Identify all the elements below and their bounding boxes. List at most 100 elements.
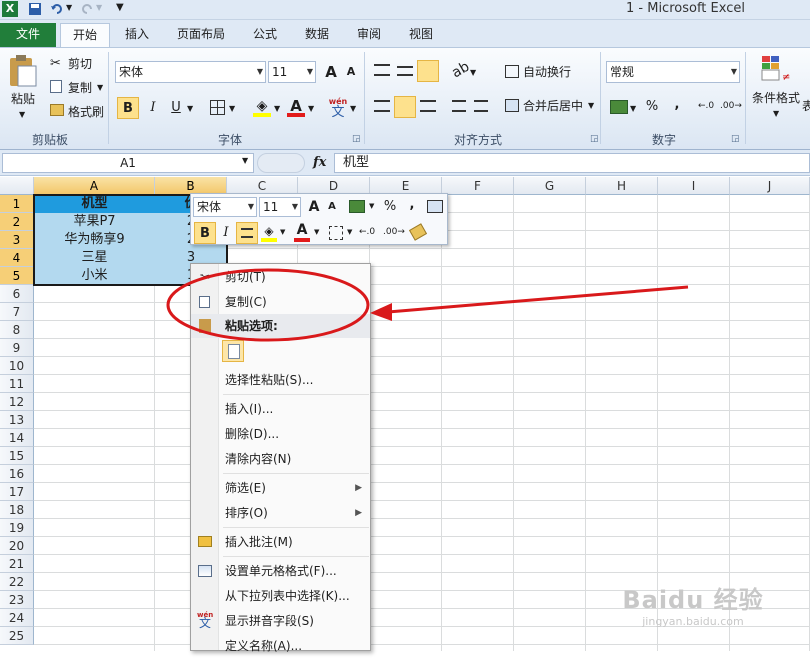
phonetic-dropdown-icon[interactable]: ▼ <box>350 104 356 113</box>
menu-item-sort[interactable]: 排序(O) ▶ <box>191 501 370 525</box>
row-header-2[interactable]: 2 <box>0 213 34 231</box>
row-header-23[interactable]: 23 <box>0 591 34 609</box>
copy-icon[interactable] <box>50 80 62 93</box>
border-icon[interactable] <box>210 100 225 115</box>
row-header-18[interactable]: 18 <box>0 501 34 519</box>
menu-item-pick-from-list[interactable]: 从下拉列表中选择(K)... <box>191 584 370 608</box>
row-header-21[interactable]: 21 <box>0 555 34 573</box>
mini-decrease-decimal-icon[interactable]: .00→ <box>383 227 405 237</box>
row-header-11[interactable]: 11 <box>0 375 34 393</box>
row-header-8[interactable]: 8 <box>0 321 34 339</box>
row-header-12[interactable]: 12 <box>0 393 34 411</box>
menu-item-insert-comment[interactable]: 插入批注(M) <box>191 530 370 554</box>
tab-home[interactable]: 开始 <box>60 23 110 48</box>
save-icon[interactable] <box>28 2 42 16</box>
row-header-5[interactable]: 5 <box>0 267 34 285</box>
mini-italic-button[interactable]: I <box>215 222 237 244</box>
excel-logo-icon[interactable]: X <box>2 1 18 17</box>
wrap-text-button[interactable]: 自动换行 <box>523 64 571 80</box>
orientation-dropdown-icon[interactable]: ▼ <box>470 68 476 77</box>
font-color-icon[interactable]: A <box>287 97 305 117</box>
cell-a1[interactable]: 机型 <box>34 195 155 213</box>
column-header-h[interactable]: H <box>586 177 658 195</box>
redo-icon[interactable] <box>80 2 94 16</box>
increase-decimal-icon[interactable]: ←.0 <box>698 101 714 111</box>
cell-a5[interactable]: 小米 <box>34 267 155 285</box>
mini-font-name-combo[interactable]: 宋体 ▼ <box>193 197 257 217</box>
insert-function-icon[interactable]: fx <box>313 155 326 170</box>
shrink-font-button[interactable]: A <box>340 61 362 83</box>
fill-dropdown-icon[interactable]: ▼ <box>274 104 280 113</box>
dialog-launcher-icon[interactable]: ◲ <box>352 134 361 144</box>
phonetic-icon[interactable]: wén 文 <box>328 97 348 119</box>
mini-border-dropdown-icon[interactable]: ▼ <box>347 228 352 236</box>
mini-shrink-font-button[interactable]: A <box>321 196 343 218</box>
grow-font-button[interactable]: A <box>320 61 342 83</box>
tab-page-layout[interactable]: 页面布局 <box>168 23 234 47</box>
column-header-a[interactable]: A <box>34 177 155 195</box>
mini-font-color-dropdown-icon[interactable]: ▼ <box>314 228 319 236</box>
row-header-15[interactable]: 15 <box>0 447 34 465</box>
copy-dropdown-icon[interactable]: ▼ <box>97 83 103 92</box>
percent-button[interactable]: % <box>641 96 663 118</box>
tab-view[interactable]: 视图 <box>400 23 442 47</box>
wrap-text-icon[interactable] <box>505 65 519 78</box>
conditional-formatting-icon[interactable]: ≠ <box>760 54 790 82</box>
name-box-dropdown-icon[interactable]: ▼ <box>242 156 248 165</box>
bold-button[interactable]: B <box>117 97 139 119</box>
font-size-combo[interactable]: 11 ▼ <box>268 61 316 83</box>
merge-center-icon[interactable] <box>505 99 519 112</box>
tab-formulas[interactable]: 公式 <box>244 23 286 47</box>
column-header-j[interactable]: J <box>730 177 810 195</box>
row-header-10[interactable]: 10 <box>0 357 34 375</box>
menu-item-define-name[interactable]: 定义名称(A)... <box>191 634 370 658</box>
undo-icon[interactable] <box>50 2 64 16</box>
cell-a2[interactable]: 苹果P7 <box>34 213 155 231</box>
formula-bar-handle[interactable] <box>257 153 305 173</box>
column-header-g[interactable]: G <box>514 177 586 195</box>
mini-merge-icon[interactable] <box>427 200 443 213</box>
align-left-icon[interactable] <box>374 100 390 112</box>
menu-item-phonetic[interactable]: wén 文显示拼音字段(S) <box>191 609 370 633</box>
menu-item-format-cells[interactable]: 设置单元格格式(F)... <box>191 559 370 583</box>
cell-a4[interactable]: 三星 <box>34 249 155 267</box>
column-header-i[interactable]: I <box>658 177 730 195</box>
paste-dropdown-icon[interactable]: ▼ <box>19 110 25 119</box>
conditional-dropdown-icon[interactable]: ▼ <box>773 109 779 118</box>
format-painter-button[interactable]: 格式刷 <box>68 104 104 120</box>
currency-dropdown-icon[interactable]: ▼ <box>630 104 636 113</box>
row-header-1[interactable]: 1 <box>0 195 34 213</box>
menu-item-filter[interactable]: 筛选(E) ▶ <box>191 476 370 500</box>
dialog-launcher-icon[interactable]: ◲ <box>731 134 740 144</box>
cell-a3[interactable]: 华为畅享9 <box>34 231 155 249</box>
mini-currency-icon[interactable] <box>349 200 365 213</box>
underline-dropdown-icon[interactable]: ▼ <box>187 104 193 113</box>
italic-button[interactable]: I <box>142 97 164 119</box>
tab-review[interactable]: 审阅 <box>348 23 390 47</box>
mini-bold-button[interactable]: B <box>194 222 216 244</box>
paste-button[interactable]: 粘贴 <box>11 91 35 107</box>
mini-border-icon[interactable] <box>329 226 343 240</box>
row-header-24[interactable]: 24 <box>0 609 34 627</box>
decrease-decimal-icon[interactable]: .00→ <box>720 101 742 111</box>
row-header-17[interactable]: 17 <box>0 483 34 501</box>
row-header-9[interactable]: 9 <box>0 339 34 357</box>
dialog-launcher-icon[interactable]: ◲ <box>590 134 599 144</box>
row-header-13[interactable]: 13 <box>0 411 34 429</box>
format-painter-icon[interactable] <box>50 104 64 116</box>
mini-comma-button[interactable]: , <box>401 194 423 216</box>
row-header-16[interactable]: 16 <box>0 465 34 483</box>
mini-fill-dropdown-icon[interactable]: ▼ <box>280 228 285 236</box>
orientation-icon[interactable]: ab <box>449 59 472 82</box>
row-header-4[interactable]: 4 <box>0 249 34 267</box>
copy-button[interactable]: 复制 <box>68 80 92 96</box>
font-color-dropdown-icon[interactable]: ▼ <box>308 104 314 113</box>
formula-input[interactable]: 机型 <box>334 153 810 173</box>
cut-button[interactable]: 剪切 <box>68 56 92 72</box>
merge-center-button[interactable]: 合并后居中 <box>523 98 583 114</box>
conditional-formatting-button[interactable]: 条件格式 <box>752 90 800 106</box>
select-all-corner[interactable] <box>0 177 34 195</box>
mini-fill-color-icon[interactable]: ◈ <box>261 224 277 242</box>
menu-item-paste-special[interactable]: 选择性粘贴(S)... <box>191 368 370 392</box>
row-header-6[interactable]: 6 <box>0 285 34 303</box>
